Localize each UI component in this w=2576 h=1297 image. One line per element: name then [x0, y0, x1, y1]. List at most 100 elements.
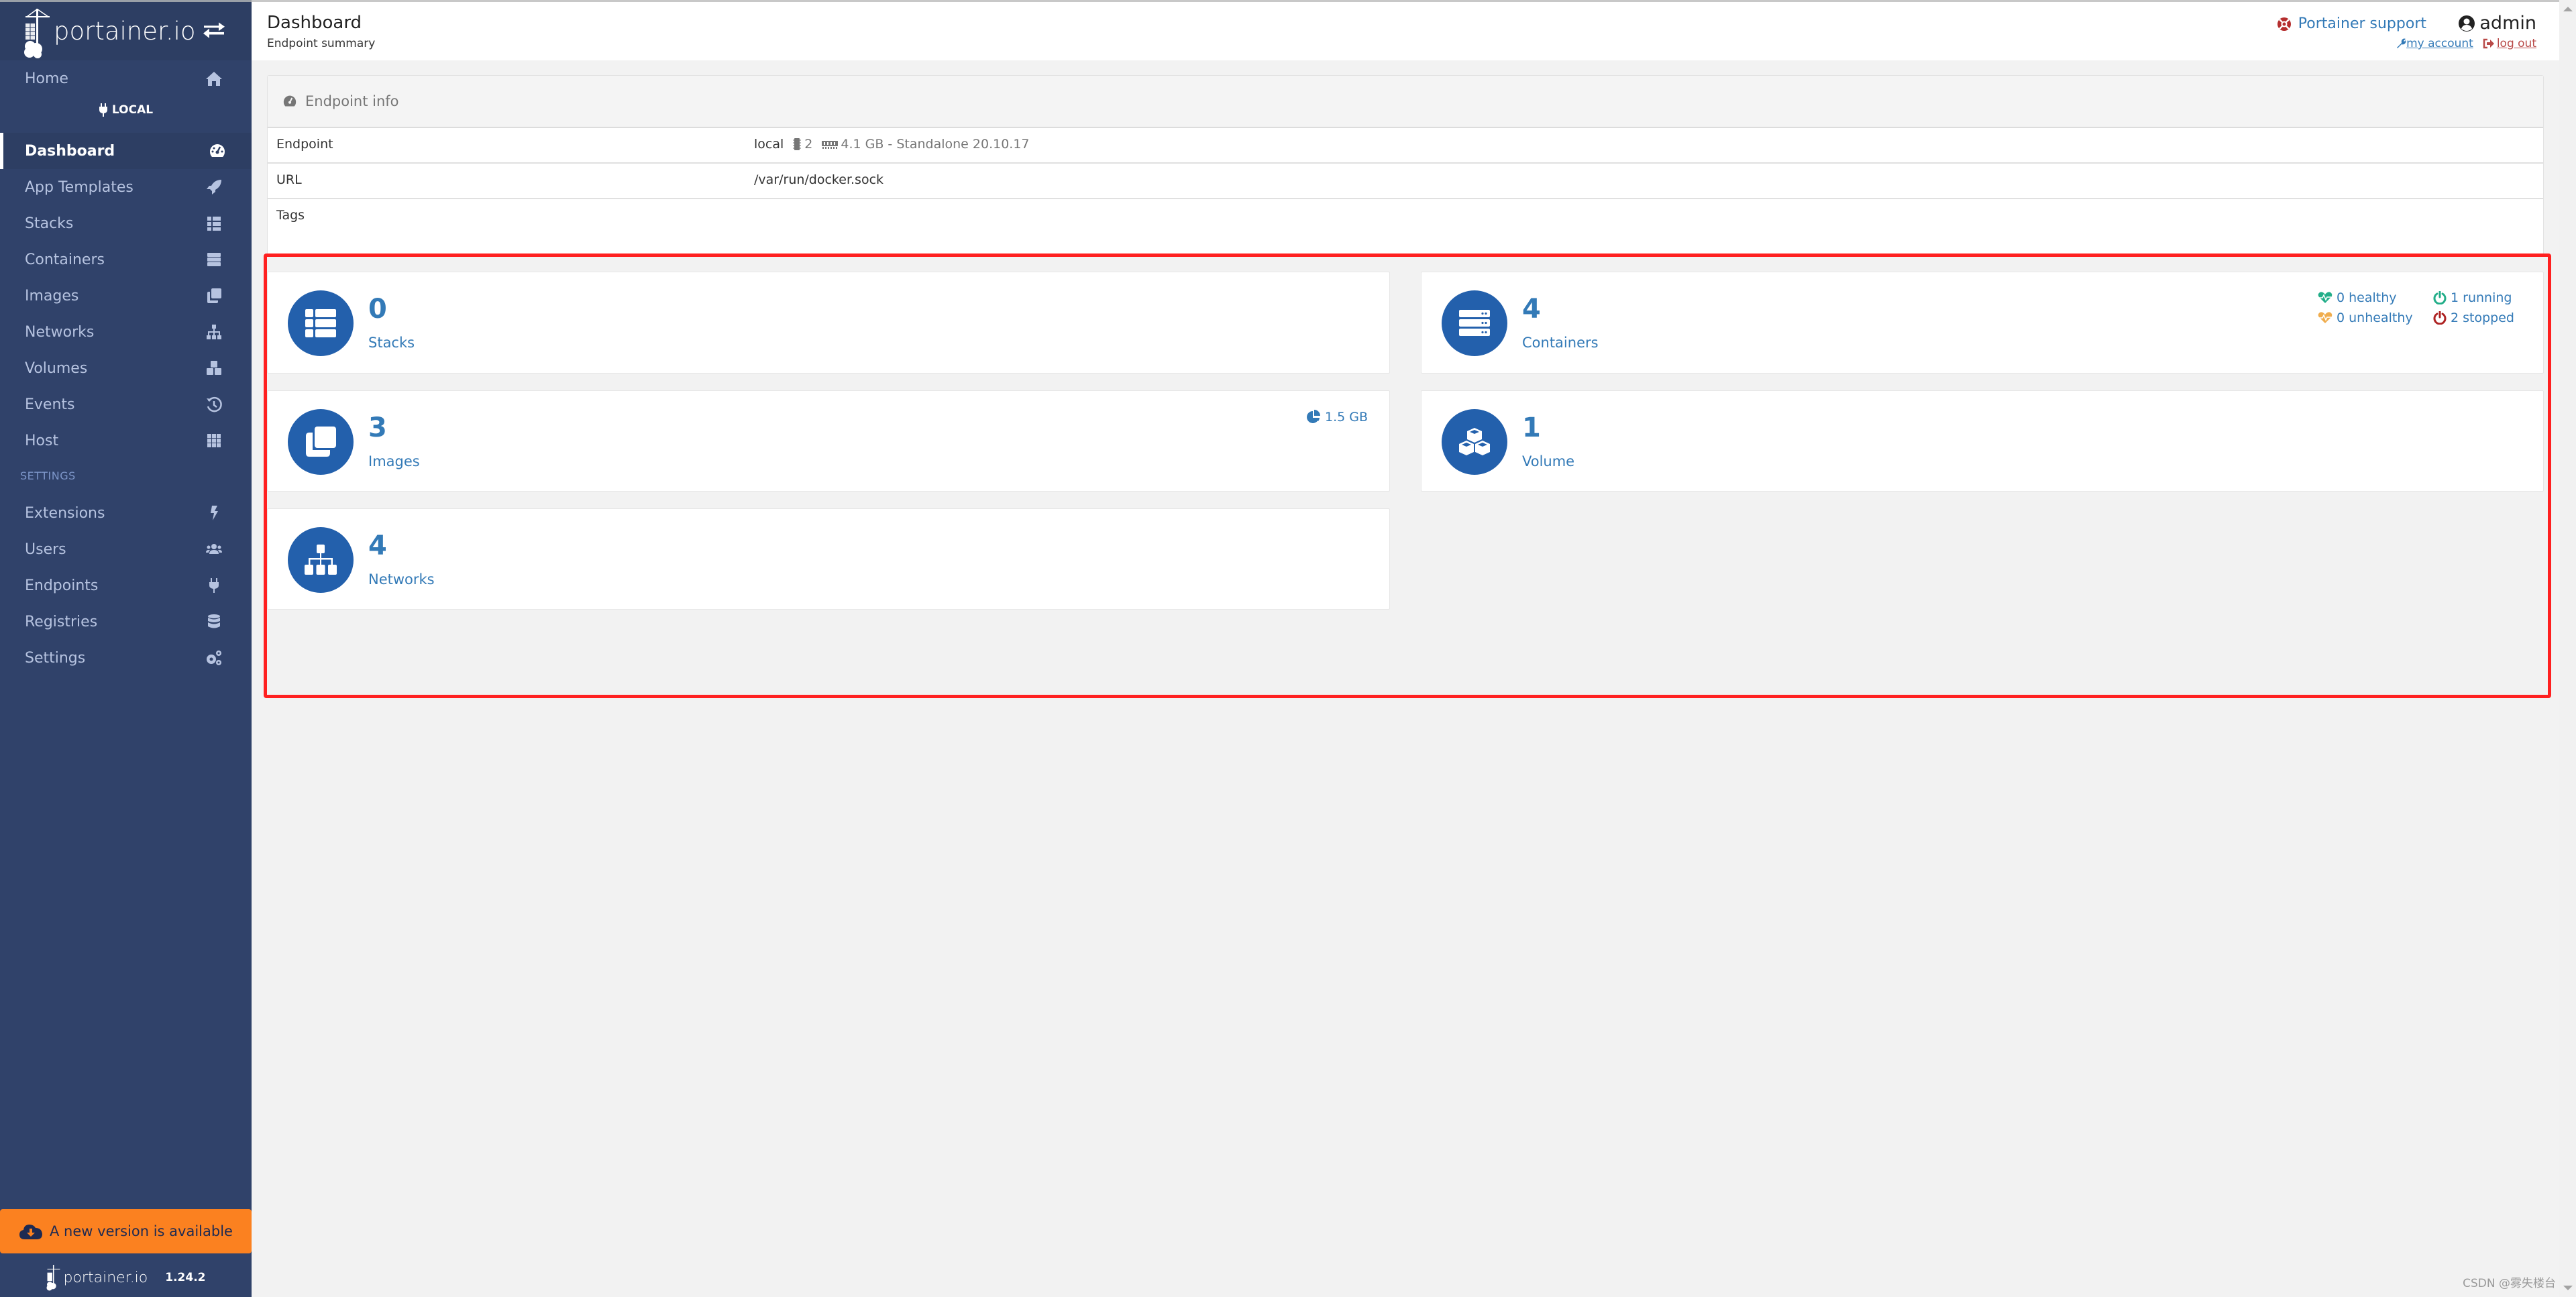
endpoint-info-title: Endpoint info	[305, 93, 399, 109]
sidebar-item-label: Events	[25, 396, 75, 413]
containers-count: 4	[1522, 294, 1541, 325]
heartbeat-icon	[2318, 312, 2332, 323]
networks-label: Networks	[368, 571, 435, 587]
cubes-icon	[1459, 428, 1490, 455]
page-scrollbar[interactable]	[2559, 0, 2576, 1297]
support-link-text: Portainer support	[2298, 15, 2426, 32]
sidebar-footer: portainer.io 1.24.2	[0, 1261, 252, 1294]
cpu-count: 2	[804, 137, 813, 152]
update-banner-text: A new version is available	[50, 1223, 233, 1239]
history-icon	[207, 396, 222, 412]
sidebar-item-label: Volumes	[25, 359, 88, 377]
exchange-icon[interactable]	[203, 21, 225, 41]
users-icon	[206, 544, 222, 554]
memory-icon	[822, 141, 839, 149]
volumes-label: Volume	[1522, 453, 1575, 469]
url-label: URL	[276, 172, 302, 187]
sidebar-item-host[interactable]: Host	[0, 422, 252, 459]
sidebar: portainer.io Home LOCAL Dashboard App Te…	[0, 0, 252, 1297]
memory-and-version: 4.1 GB - Standalone 20.10.17	[841, 137, 1030, 152]
running-count: 1 running	[2451, 290, 2512, 305]
sidebar-item-containers[interactable]: Containers	[0, 241, 252, 278]
url-value: /var/run/docker.sock	[754, 172, 884, 187]
sidebar-item-extensions[interactable]: Extensions	[0, 495, 252, 531]
endpoint-row: Endpoint local 2 4.1 GB - Standalone 20.…	[268, 128, 2543, 164]
sidebar-item-endpoints[interactable]: Endpoints	[0, 567, 252, 604]
sidebar-item-app-templates[interactable]: App Templates	[0, 169, 252, 205]
footer-brand-name: portainer.io	[63, 1269, 148, 1286]
scroll-up-arrow-icon[interactable]	[2563, 7, 2573, 11]
volumes-icon-circle	[1442, 409, 1507, 475]
sidebar-item-stacks[interactable]: Stacks	[0, 205, 252, 241]
images-count: 3	[368, 412, 387, 443]
images-size-value: 1.5 GB	[1325, 410, 1368, 425]
images-size: 1.5 GB	[1306, 410, 1368, 425]
cogs-icon	[207, 651, 221, 665]
networks-icon-circle	[288, 527, 354, 593]
endpoint-name-value: local	[754, 137, 784, 152]
sidebar-item-dashboard[interactable]: Dashboard	[0, 133, 252, 169]
stacks-icon-circle	[288, 290, 354, 356]
healthy-count: 0 healthy	[2337, 290, 2397, 305]
home-icon	[206, 72, 222, 86]
life-ring-icon	[2277, 17, 2291, 31]
sidebar-item-label: Networks	[25, 323, 95, 341]
rocket-icon	[207, 180, 221, 194]
endpoint-label: Endpoint	[276, 137, 333, 152]
unhealthy-count: 0 unhealthy	[2337, 311, 2413, 325]
cloud-download-icon	[19, 1225, 43, 1239]
pie-chart-icon	[1307, 410, 1320, 423]
page-header: Dashboard Endpoint summary Portainer sup…	[252, 0, 2559, 60]
running-status: 1 running	[2433, 290, 2512, 305]
portainer-crane-icon	[24, 9, 50, 58]
plug-icon	[99, 103, 107, 117]
cubes-icon	[207, 361, 221, 375]
user-circle-icon	[2459, 15, 2475, 32]
sitemap-icon	[305, 545, 337, 575]
sitemap-icon	[207, 325, 221, 339]
url-row: URL /var/run/docker.sock	[268, 164, 2543, 199]
sidebar-item-images[interactable]: Images	[0, 278, 252, 314]
sidebar-item-users[interactable]: Users	[0, 531, 252, 567]
sidebar-item-registries[interactable]: Registries	[0, 604, 252, 640]
networks-count: 4	[368, 530, 387, 561]
sidebar-item-label: Users	[25, 541, 66, 558]
volumes-count: 1	[1522, 412, 1541, 443]
networks-card[interactable]: 4 Networks	[267, 508, 1390, 610]
scroll-down-arrow-icon[interactable]	[2563, 1286, 2573, 1290]
portainer-support-link[interactable]: Portainer support	[2277, 15, 2426, 32]
sign-out-icon	[2483, 38, 2494, 49]
endpoint-value: local 2 4.1 GB - Standalone 20.10.17	[754, 137, 1030, 152]
containers-card[interactable]: 4 Containers 0 healthy 0 unhealthy 1 run…	[1421, 272, 2544, 374]
sidebar-item-label: Dashboard	[25, 142, 115, 160]
version-number: 1.24.2	[165, 1271, 206, 1284]
my-account-link[interactable]: my account	[2396, 37, 2473, 50]
images-card[interactable]: 3 Images 1.5 GB	[267, 390, 1390, 492]
endpoint-name: LOCAL	[111, 103, 154, 117]
sidebar-item-networks[interactable]: Networks	[0, 314, 252, 350]
sidebar-item-label: Host	[25, 432, 59, 449]
sidebar-item-volumes[interactable]: Volumes	[0, 350, 252, 386]
server-icon	[207, 253, 221, 266]
tachometer-icon	[210, 144, 225, 157]
stopped-count: 2 stopped	[2451, 311, 2514, 325]
plug-icon	[209, 578, 219, 593]
sidebar-item-settings[interactable]: Settings	[0, 640, 252, 676]
containers-label: Containers	[1522, 335, 1599, 351]
update-available-banner[interactable]: A new version is available	[0, 1209, 252, 1253]
tags-row: Tags	[268, 199, 2543, 235]
log-out-link[interactable]: log out	[2483, 37, 2536, 50]
my-account-text: my account	[2406, 37, 2473, 50]
tachometer-icon	[283, 95, 297, 107]
user-links: my account log out	[2396, 37, 2536, 50]
sidebar-item-home[interactable]: Home	[0, 60, 252, 97]
sidebar-item-events[interactable]: Events	[0, 386, 252, 422]
stacks-count: 0	[368, 294, 387, 325]
stopped-status: 2 stopped	[2433, 311, 2514, 325]
bolt-icon	[211, 506, 218, 520]
sidebar-item-label: Registries	[25, 613, 98, 630]
volumes-card[interactable]: 1 Volume	[1421, 390, 2544, 492]
sidebar-item-label: Containers	[25, 251, 105, 268]
portainer-logo[interactable]: portainer.io	[24, 7, 196, 58]
stacks-card[interactable]: 0 Stacks	[267, 272, 1390, 374]
